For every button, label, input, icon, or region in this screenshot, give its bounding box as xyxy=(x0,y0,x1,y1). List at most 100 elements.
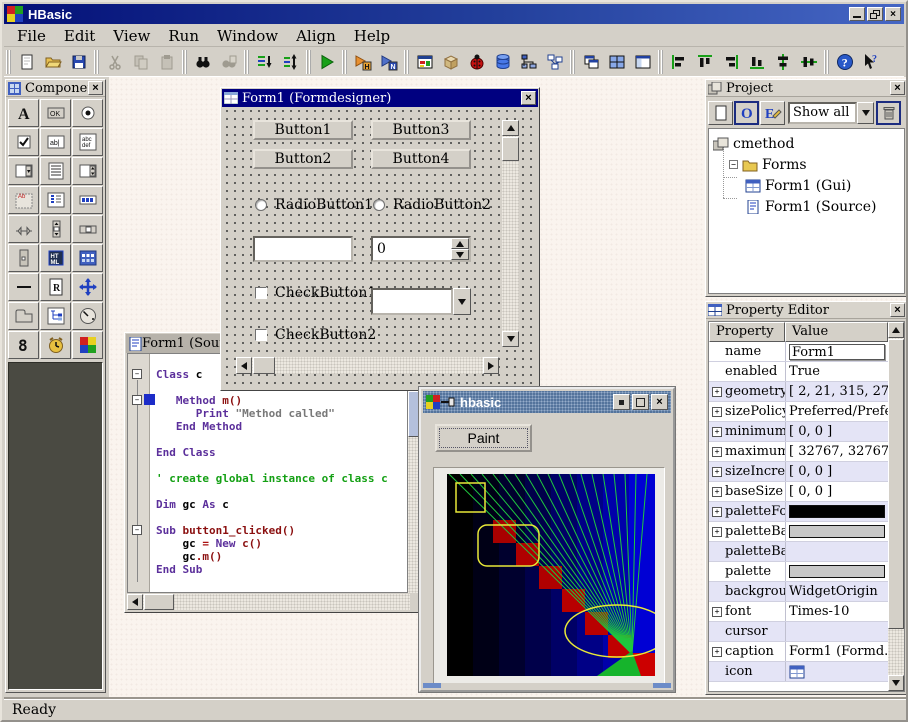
scroll-up-button[interactable] xyxy=(888,322,904,338)
fold-collapse-icon[interactable]: − xyxy=(132,369,142,379)
scroll-down-button[interactable] xyxy=(502,331,519,347)
property-row-sizeIncrem[interactable]: +sizeIncrem...[ 0, 0 ] xyxy=(709,462,888,482)
source-hscrollbar[interactable] xyxy=(127,594,410,610)
copy-button[interactable] xyxy=(128,49,154,75)
property-row-minimumSize[interactable]: +minimumSize[ 0, 0 ] xyxy=(709,422,888,442)
property-value[interactable] xyxy=(785,542,888,561)
component-hscrollbar-button[interactable] xyxy=(72,215,103,243)
code-line[interactable] xyxy=(128,433,407,446)
run-interpreter-button[interactable]: N xyxy=(376,49,402,75)
property-value[interactable]: Preferred/Prefe... xyxy=(785,402,888,421)
expand-icon[interactable]: + xyxy=(712,647,722,657)
component-listbox-button[interactable] xyxy=(40,157,71,185)
property-row-cursor[interactable]: cursor xyxy=(709,622,888,642)
paste-button[interactable] xyxy=(154,49,180,75)
window-cascade-button[interactable] xyxy=(578,49,604,75)
code-line[interactable]: End Sub xyxy=(128,563,407,576)
open-file-button[interactable] xyxy=(40,49,66,75)
component-progressbar-button[interactable] xyxy=(72,186,103,214)
component-multilineedit-button[interactable]: abcdef xyxy=(72,128,103,156)
scroll-down-button[interactable] xyxy=(888,675,904,691)
menu-window[interactable]: Window xyxy=(208,25,287,47)
component-label-button[interactable]: A xyxy=(8,99,39,127)
component-panel-button[interactable] xyxy=(8,244,39,272)
align-center-v-button[interactable] xyxy=(796,49,822,75)
form-designer-titlebar[interactable]: Form1 (Formdesigner) × xyxy=(222,89,538,107)
align-bottom-button[interactable] xyxy=(744,49,770,75)
component-palette-close-button[interactable]: × xyxy=(88,81,103,95)
component-listview-button[interactable] xyxy=(40,186,71,214)
code-line[interactable]: gc.m() xyxy=(128,550,407,563)
run-button[interactable] xyxy=(314,49,340,75)
component-vscrollbar-button[interactable] xyxy=(40,215,71,243)
property-row-paletteFor[interactable]: +paletteFor... xyxy=(709,502,888,522)
component-lineedit-button[interactable]: ab| xyxy=(40,128,71,156)
component-slider-button[interactable] xyxy=(8,215,39,243)
expand-icon[interactable]: + xyxy=(712,467,722,477)
property-value[interactable]: Form1 (Formd... xyxy=(785,642,888,661)
form-combobox[interactable] xyxy=(371,288,471,315)
edit-source-button[interactable]: E xyxy=(760,101,785,125)
expand-icon[interactable]: + xyxy=(712,387,722,397)
property-editor-titlebar[interactable]: Property Editor × xyxy=(706,302,907,319)
property-value[interactable] xyxy=(785,662,888,681)
form-designer-canvas[interactable]: Button1 Button3 Button2 Button4 RadioBut… xyxy=(223,107,537,388)
menu-file[interactable]: File xyxy=(8,25,55,47)
tree-item-cmethod[interactable]: cmethod xyxy=(713,133,794,154)
find-next-button[interactable] xyxy=(216,49,242,75)
run-minimize-button[interactable] xyxy=(613,394,630,410)
scroll-track[interactable] xyxy=(252,357,483,374)
new-form-button[interactable] xyxy=(708,101,733,125)
property-value[interactable] xyxy=(785,502,888,521)
scroll-thumb[interactable] xyxy=(253,357,275,374)
fold-collapse-icon[interactable]: − xyxy=(132,395,142,405)
dropdown-arrow-button[interactable] xyxy=(857,102,874,124)
code-line[interactable] xyxy=(128,459,407,472)
project-panel-titlebar[interactable]: Project × xyxy=(706,80,907,97)
component-treeview-button[interactable] xyxy=(40,302,71,330)
property-row-name[interactable]: nameForm1 xyxy=(709,342,888,362)
help-button[interactable]: ? xyxy=(832,49,858,75)
expand-icon[interactable]: + xyxy=(712,527,722,537)
spin-up-button[interactable] xyxy=(451,238,469,249)
property-row-icon[interactable]: icon xyxy=(709,662,888,682)
scroll-track[interactable] xyxy=(502,136,519,331)
spin-down-button[interactable] xyxy=(451,249,469,260)
property-row-geometry[interactable]: +geometry[ 2, 21, 315, 276 ] xyxy=(709,382,888,402)
components-button[interactable] xyxy=(438,49,464,75)
scroll-left-button[interactable] xyxy=(236,357,252,374)
property-value[interactable] xyxy=(785,562,888,581)
tree-item-forms[interactable]: −Forms xyxy=(729,154,807,175)
property-column-header[interactable]: Property xyxy=(709,322,785,342)
property-value[interactable]: Form1 xyxy=(785,342,888,361)
component-pixmap-button[interactable] xyxy=(72,331,103,359)
form-designer-close-button[interactable]: × xyxy=(521,91,536,105)
component-combobox-button[interactable] xyxy=(8,157,39,185)
code-line[interactable]: End Method xyxy=(128,420,407,433)
expand-icon[interactable]: + xyxy=(712,447,722,457)
property-value[interactable]: [ 2, 21, 315, 276 ] xyxy=(785,382,888,401)
property-value[interactable] xyxy=(785,522,888,541)
component-tabwidget-button[interactable] xyxy=(8,302,39,330)
value-column-header[interactable]: Value xyxy=(785,322,888,342)
property-row-enabled[interactable]: enabledTrue xyxy=(709,362,888,382)
code-line[interactable]: End Class xyxy=(128,446,407,459)
code-line[interactable]: − Method m() xyxy=(128,394,407,407)
property-value[interactable]: True xyxy=(785,362,888,381)
object-browser-button[interactable]: O xyxy=(734,101,759,125)
scroll-left-button[interactable] xyxy=(127,594,143,610)
menu-help[interactable]: Help xyxy=(345,25,399,47)
whats-this-button[interactable]: ? xyxy=(858,49,884,75)
scroll-thumb[interactable] xyxy=(502,137,519,161)
align-top-button[interactable] xyxy=(692,49,718,75)
component-report-button[interactable]: R xyxy=(40,273,71,301)
property-value[interactable]: Times-10 xyxy=(785,602,888,621)
component-dial-button[interactable] xyxy=(72,302,103,330)
close-button[interactable]: × xyxy=(885,7,901,21)
form-checkbutton1[interactable]: CheckButton1 xyxy=(255,285,376,301)
tree-item-form1-gui-[interactable]: Form1 (Gui) xyxy=(745,175,851,196)
expand-icon[interactable]: + xyxy=(712,507,722,517)
run-maximize-button[interactable] xyxy=(632,394,649,410)
minimize-button[interactable] xyxy=(849,7,865,21)
property-value-editor[interactable]: Form1 xyxy=(789,344,885,360)
